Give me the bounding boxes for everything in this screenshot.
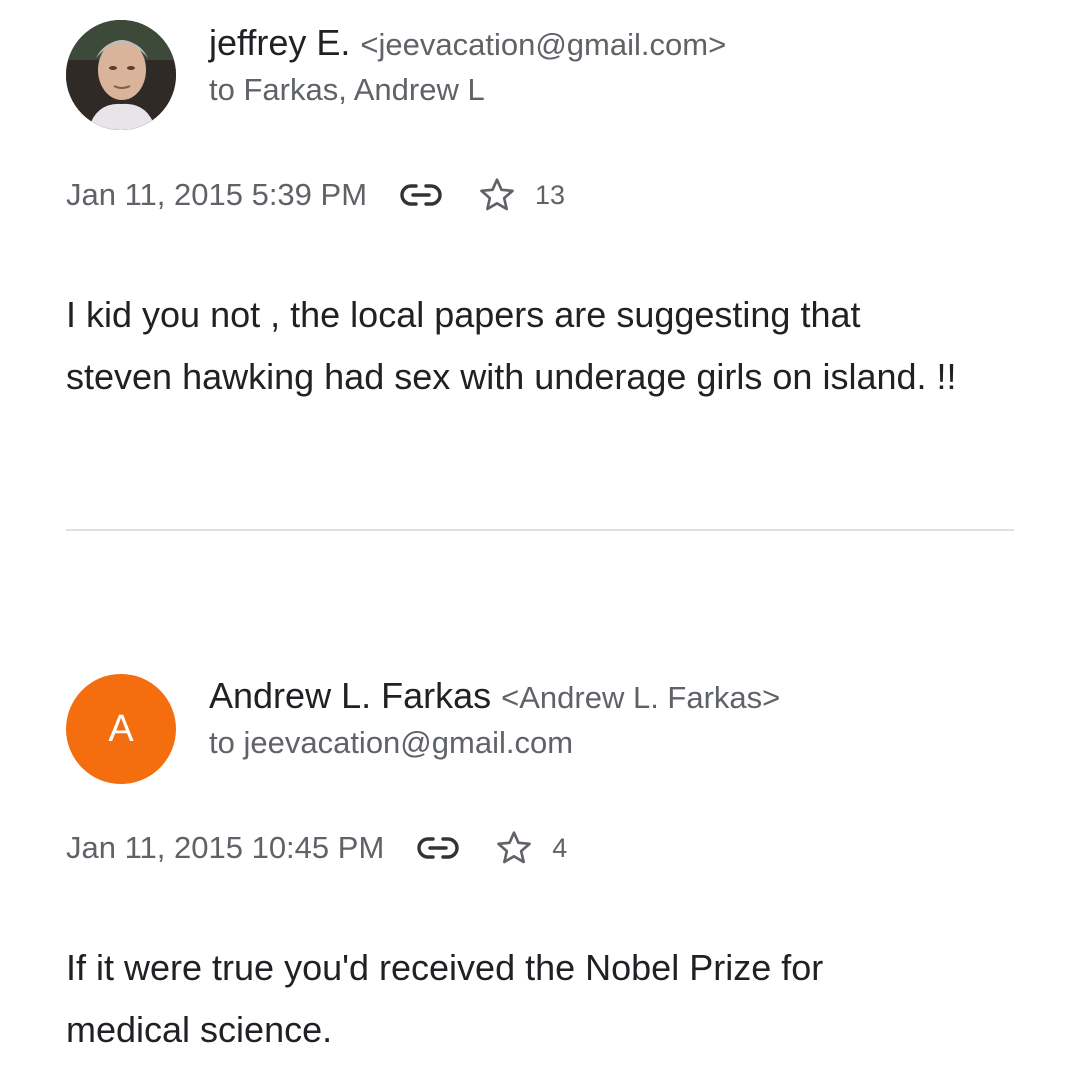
message-body-line: steven hawking had sex with underage gir… [66, 356, 957, 397]
message-body: I kid you not , the local papers are sug… [66, 284, 1026, 408]
sender-line: Andrew L. Farkas <Andrew L. Farkas> [209, 675, 780, 717]
sender-name[interactable]: Andrew L. Farkas [209, 675, 491, 716]
message-body-line: If it were true you'd received the Nobel… [66, 947, 824, 988]
link-icon[interactable] [399, 180, 443, 210]
message-meta-row: Jan 11, 2015 5:39 PM 13 [66, 175, 565, 215]
sender-avatar-photo[interactable] [66, 20, 176, 130]
message-body-line: medical science. [66, 1009, 333, 1050]
star-count: 13 [535, 179, 566, 210]
sender-avatar[interactable]: A [66, 674, 176, 784]
link-icon[interactable] [416, 833, 460, 863]
recipient-line[interactable]: to Farkas, Andrew L [209, 72, 485, 108]
message-date: Jan 11, 2015 10:45 PM [66, 830, 385, 865]
sender-name[interactable]: jeffrey E. [209, 22, 350, 63]
sender-line: jeffrey E. <jeevacation@gmail.com> [209, 22, 726, 64]
star-outline-icon[interactable] [494, 828, 534, 868]
message-body: If it were true you'd received the Nobel… [66, 937, 1026, 1061]
message-body-line: I kid you not , the local papers are sug… [66, 294, 861, 335]
message-meta-row: Jan 11, 2015 10:45 PM 4 [66, 828, 567, 868]
avatar-portrait-icon [66, 20, 176, 130]
star-outline-icon[interactable] [477, 175, 517, 215]
sender-email[interactable]: <Andrew L. Farkas> [501, 680, 780, 715]
message-date: Jan 11, 2015 5:39 PM [66, 177, 368, 212]
sender-email[interactable]: <jeevacation@gmail.com> [360, 27, 726, 62]
avatar-letter: A [108, 707, 134, 750]
recipient-line[interactable]: to jeevacation@gmail.com [209, 725, 573, 761]
star-count: 4 [552, 832, 568, 863]
message-divider [66, 529, 1014, 531]
